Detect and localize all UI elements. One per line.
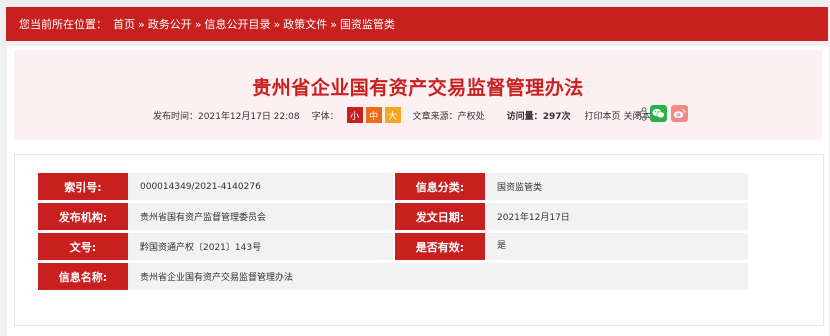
table-row: 信息分类: 国资监管类: [395, 173, 748, 200]
info-name-label: 信息名称:: [38, 263, 128, 290]
publish-time-label: 发布时间：: [153, 111, 199, 122]
doc-number-label: 文号:: [38, 233, 128, 260]
validity-label: 是否有效:: [395, 233, 485, 260]
source-label: 文章来源：: [412, 111, 458, 122]
breadcrumb-gov-affairs[interactable]: 政务公开: [148, 16, 192, 32]
share-icon[interactable]: [635, 106, 647, 121]
table-row: 索引号: 000014349/2021-4140276: [38, 173, 393, 200]
table-row: 发布机构: 贵州省国有资产监督管理委员会: [38, 203, 393, 230]
weibo-icon[interactable]: [671, 105, 688, 122]
font-size-label: 字体：: [311, 111, 339, 122]
breadcrumb-policy-files[interactable]: 政策文件: [283, 16, 327, 32]
info-table: 索引号: 000014349/2021-4140276 信息分类: 国资监管类 …: [14, 154, 824, 326]
index-number-label: 索引号:: [38, 173, 128, 200]
publish-time: 2021年12月17日 22:08: [198, 111, 300, 122]
source-value: 产权处: [457, 111, 485, 122]
breadcrumb-current[interactable]: 国资监管类: [340, 16, 395, 32]
issue-date-value: 2021年12月17日: [485, 203, 748, 230]
breadcrumb-bar: 您当前所在位置： 首页 » 政务公开 » 信息公开目录 » 政策文件 » 国资监…: [6, 7, 828, 41]
breadcrumb-separator: »: [138, 17, 145, 31]
info-name-value: 贵州省企业国有资产交易监督管理办法: [128, 263, 748, 290]
breadcrumb-info-catalog[interactable]: 信息公开目录: [204, 16, 270, 32]
index-number-value: 000014349/2021-4140276: [128, 173, 393, 200]
font-small-button[interactable]: 小: [346, 107, 363, 123]
article-meta: 发布时间： 2021年12月17日 22:08 字体： 小 中 大 文章来源： …: [153, 106, 660, 124]
table-row: 是否有效: 是: [395, 233, 748, 260]
breadcrumb-separator: »: [330, 17, 337, 31]
category-value: 国资监管类: [485, 173, 748, 200]
font-medium-button[interactable]: 中: [365, 107, 382, 123]
content-panel: 贵州省企业国有资产交易监督管理办法 发布时间： 2021年12月17日 22:0…: [7, 46, 829, 336]
breadcrumb-separator: »: [273, 17, 281, 31]
views-count: 297次: [542, 111, 571, 122]
publisher-label: 发布机构:: [38, 203, 128, 230]
views-label: 访问量：: [506, 111, 543, 122]
share-group: [635, 105, 688, 122]
article-header: 贵州省企业国有资产交易监督管理办法 发布时间： 2021年12月17日 22:0…: [14, 50, 822, 140]
table-row: 发文日期: 2021年12月17日: [395, 203, 748, 230]
font-large-button[interactable]: 大: [384, 107, 401, 123]
wechat-icon[interactable]: [650, 105, 667, 122]
breadcrumb-separator: »: [194, 17, 202, 31]
breadcrumb-prefix: 您当前所在位置：: [19, 18, 107, 31]
print-link[interactable]: 打印本页: [584, 109, 620, 122]
issue-date-label: 发文日期:: [395, 203, 485, 230]
table-row: 信息名称: 贵州省企业国有资产交易监督管理办法: [38, 263, 748, 290]
breadcrumb-home[interactable]: 首页: [113, 16, 135, 32]
validity-value: 是: [485, 233, 748, 260]
page-title: 贵州省企业国有资产交易监督管理办法: [252, 77, 584, 99]
publisher-value: 贵州省国有资产监督管理委员会: [128, 203, 393, 230]
category-label: 信息分类:: [395, 173, 485, 200]
table-row: 文号: 黔国资通产权〔2021〕143号: [38, 233, 393, 260]
doc-number-value: 黔国资通产权〔2021〕143号: [128, 233, 393, 260]
